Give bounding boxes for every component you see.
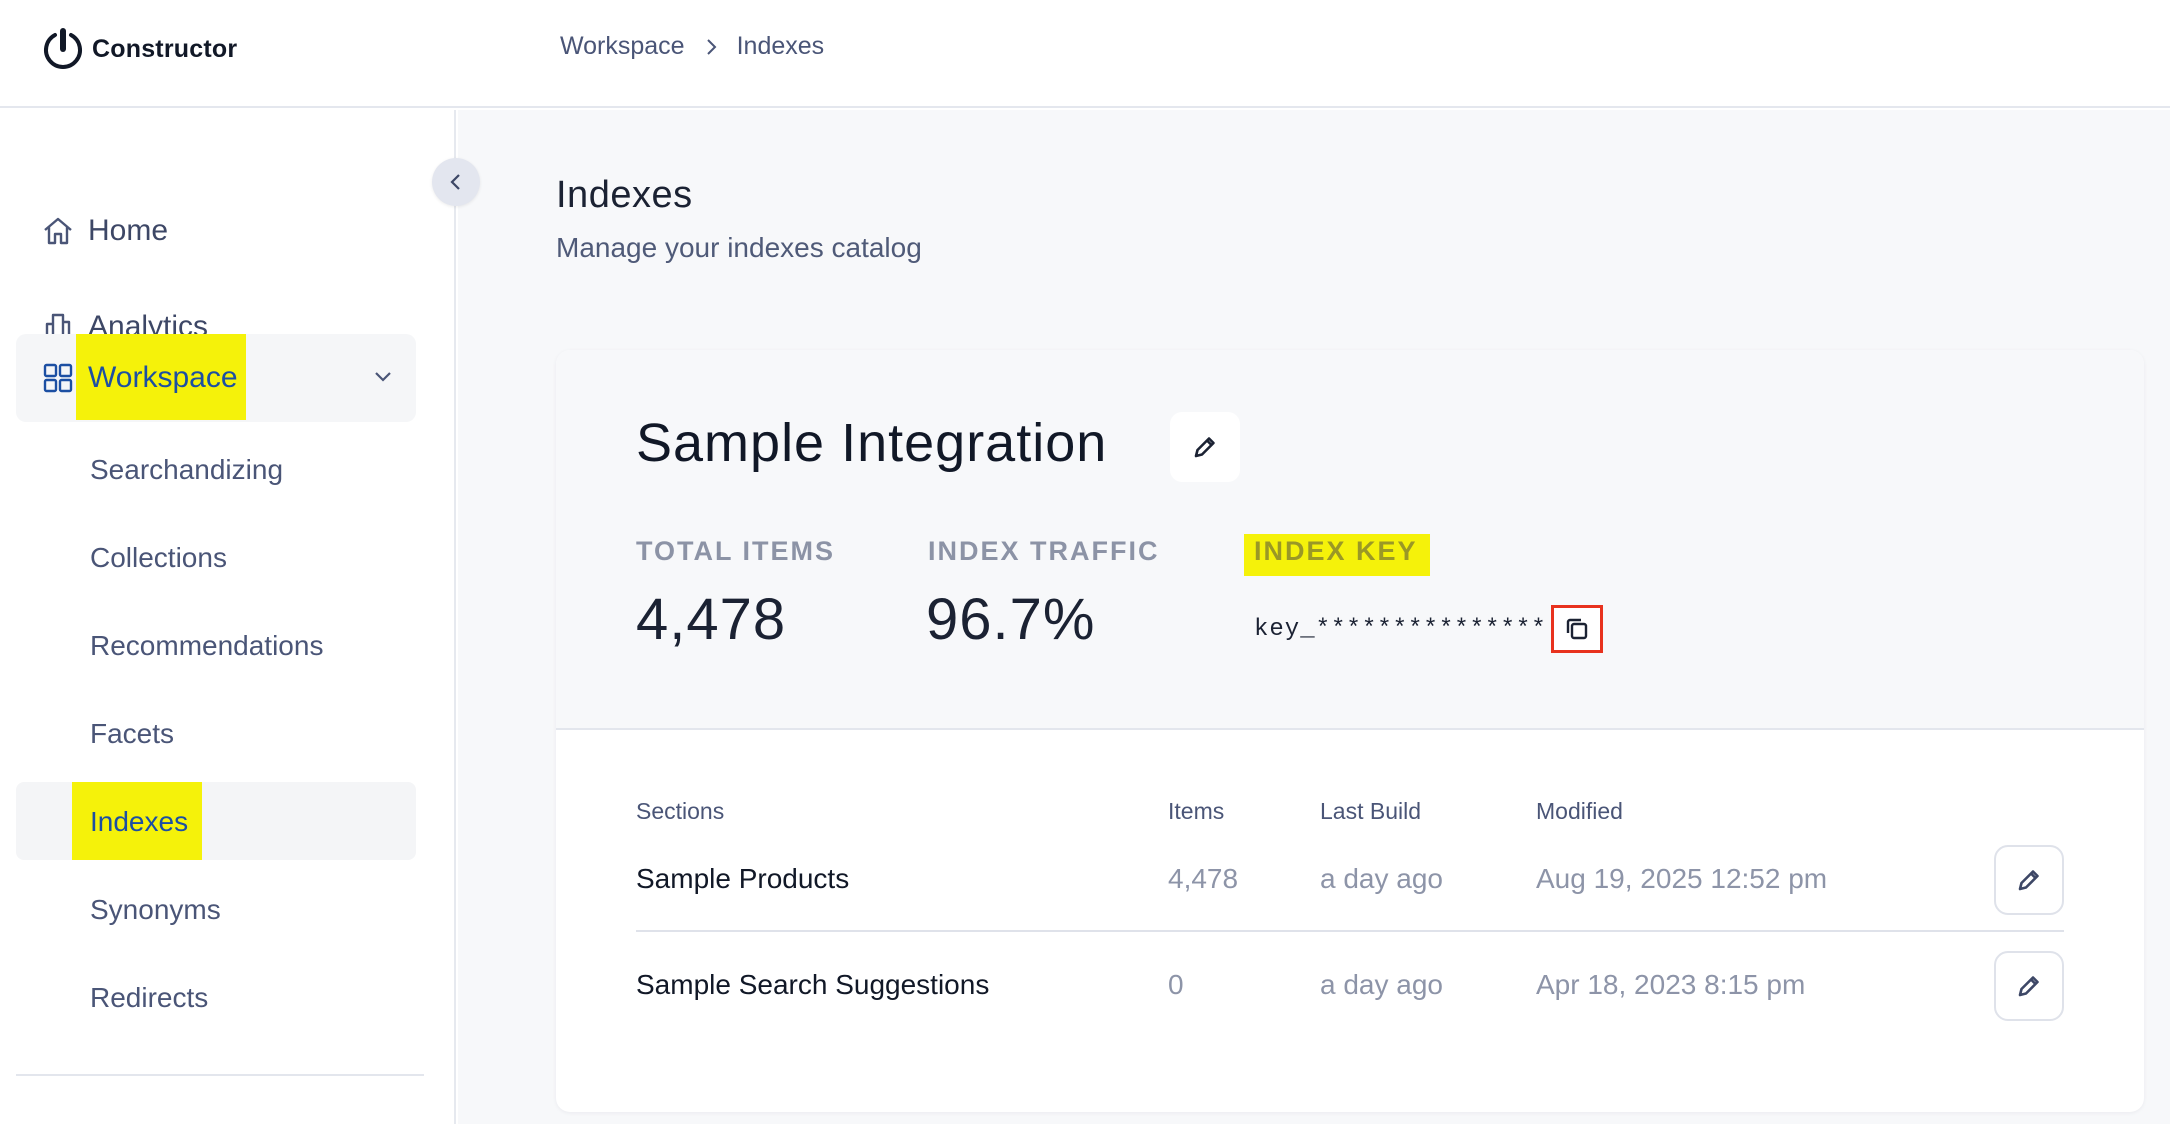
sidebar-item-collections[interactable]: Collections [90, 542, 227, 574]
section-last-build: a day ago [1320, 969, 1443, 1000]
edit-integration-button[interactable] [1170, 412, 1240, 482]
integration-name: Sample Integration [636, 413, 1108, 473]
section-last-build: a day ago [1320, 863, 1443, 894]
index-key-label: INDEX KEY [1254, 536, 1418, 566]
sidebar-item-recommendations[interactable]: Recommendations [90, 630, 323, 662]
section-name[interactable]: Sample Products [636, 863, 849, 895]
index-traffic-label: INDEX TRAFFIC [928, 536, 1160, 566]
sidebar-item-redirects[interactable]: Redirects [90, 982, 208, 1014]
index-key-value: key_*************** [1254, 616, 1547, 643]
pencil-icon [2018, 870, 2039, 891]
sidebar-divider [16, 1074, 424, 1076]
index-traffic-value: 96.7% [926, 587, 1096, 652]
sidebar-item-label: Home [88, 214, 169, 247]
sidebar-item-workspace[interactable]: Workspace [16, 334, 416, 422]
workspace-grid-icon [40, 360, 76, 396]
pencil-icon [1194, 437, 1215, 458]
sidebar-item-synonyms[interactable]: Synonyms [90, 894, 221, 926]
chevron-down-icon[interactable] [370, 364, 396, 390]
home-icon [40, 213, 76, 249]
section-items: 0 [1168, 969, 1184, 1000]
brand-logo[interactable]: Constructor [42, 24, 237, 74]
edit-section-button[interactable] [1994, 951, 2064, 1021]
page-subtitle: Manage your indexes catalog [556, 232, 922, 263]
copy-index-key-button[interactable] [1551, 605, 1603, 653]
breadcrumb-workspace[interactable]: Workspace [560, 32, 685, 61]
page-title: Indexes [556, 174, 693, 216]
pencil-icon [2018, 976, 2039, 997]
copy-icon [1566, 618, 1588, 640]
total-items-label: TOTAL ITEMS [636, 536, 836, 566]
collapse-sidebar-button[interactable] [432, 158, 480, 206]
column-header-items: Items [1168, 798, 1225, 824]
section-items: 4,478 [1168, 863, 1239, 894]
column-header-last-build: Last Build [1320, 798, 1422, 824]
column-header-sections: Sections [636, 798, 725, 824]
integration-card: Sample Integration TOTAL ITEMS 4,478 IND… [556, 350, 2144, 1112]
column-header-modified: Modified [1536, 798, 1623, 824]
row-divider [636, 930, 2064, 932]
breadcrumb-indexes[interactable]: Indexes [737, 32, 825, 61]
section-modified: Aug 19, 2025 12:52 pm [1536, 863, 1828, 894]
top-bar: Constructor Workspace Indexes [0, 0, 2170, 108]
section-name[interactable]: Sample Search Suggestions [636, 969, 989, 1001]
constructor-logo-icon [44, 28, 82, 69]
chevron-right-icon [701, 37, 721, 57]
main-content: Indexes Manage your indexes catalog Samp… [458, 110, 2170, 1124]
total-items-value: 4,478 [636, 587, 787, 652]
sidebar-item-label: Workspace [88, 361, 238, 394]
brand-name: Constructor [92, 34, 238, 63]
sidebar: Home Analytics Workspace Searchandizing … [0, 110, 456, 1124]
sidebar-item-home[interactable]: Home [16, 187, 416, 275]
edit-section-button[interactable] [1994, 845, 2064, 915]
chevron-left-icon [450, 174, 460, 190]
breadcrumb: Workspace Indexes [560, 32, 824, 61]
sidebar-item-indexes[interactable]: Indexes [90, 806, 188, 838]
sidebar-item-searchandizing[interactable]: Searchandizing [90, 454, 283, 486]
sidebar-item-facets[interactable]: Facets [90, 718, 174, 750]
integration-summary: Sample Integration TOTAL ITEMS 4,478 IND… [556, 350, 2144, 730]
section-modified: Apr 18, 2023 8:15 pm [1536, 969, 1806, 1000]
